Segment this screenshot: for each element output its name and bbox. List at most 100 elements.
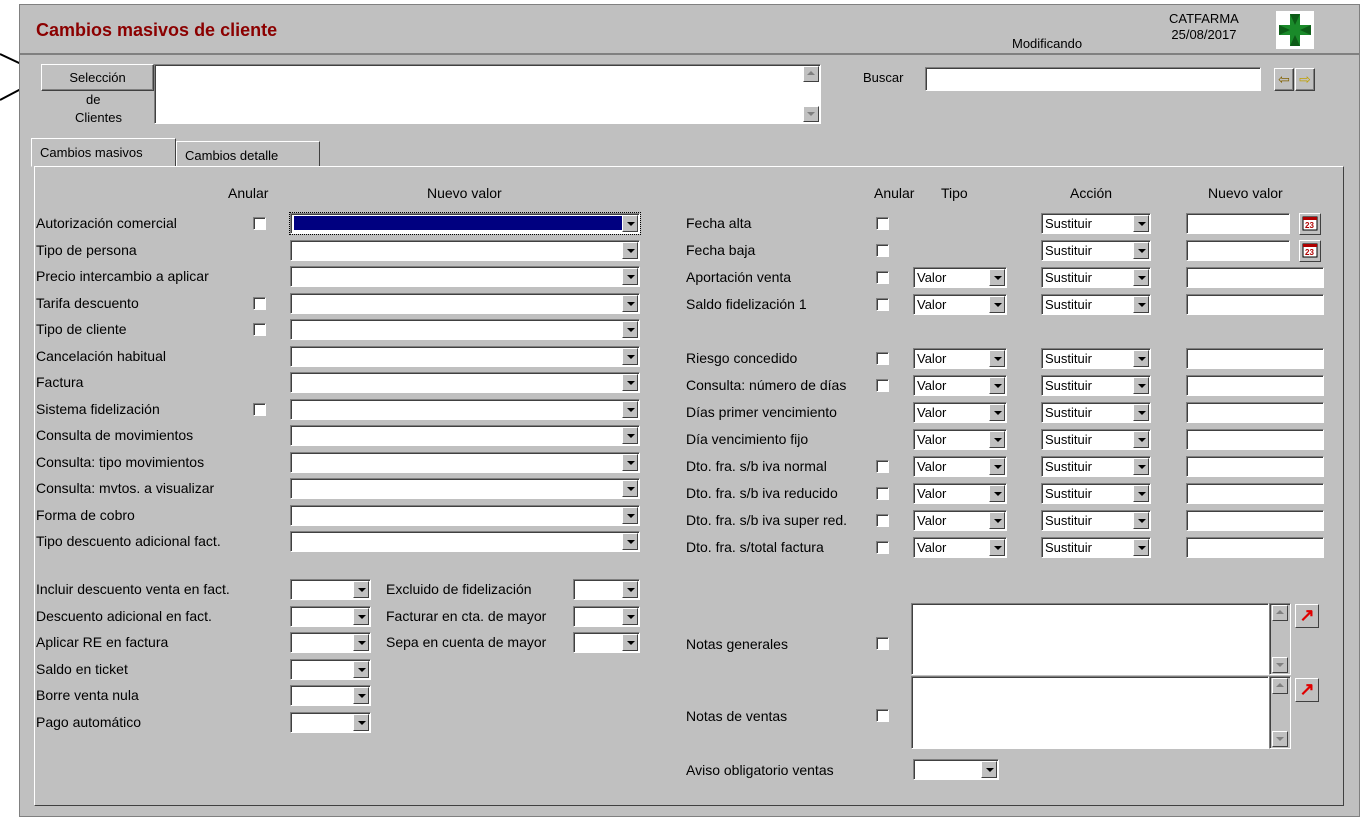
short-select[interactable] <box>290 711 371 733</box>
chevron-down-icon[interactable] <box>989 458 1005 475</box>
chevron-down-icon[interactable] <box>1133 350 1149 367</box>
notas-ventas-scrollbar[interactable] <box>1269 676 1291 749</box>
accion-select[interactable]: Sustituir <box>1041 294 1151 315</box>
nuevo-valor-select[interactable] <box>290 372 640 393</box>
chevron-down-icon[interactable] <box>1133 215 1149 232</box>
accion-select[interactable]: Sustituir <box>1041 375 1151 396</box>
chevron-down-icon[interactable] <box>989 539 1005 556</box>
accion-select[interactable]: Sustituir <box>1041 537 1151 558</box>
anular-checkbox[interactable] <box>876 298 889 311</box>
accion-select[interactable]: Sustituir <box>1041 456 1151 477</box>
chevron-down-icon[interactable] <box>1133 485 1149 502</box>
nuevo-valor-select[interactable] <box>290 478 640 499</box>
chevron-down-icon[interactable] <box>989 377 1005 394</box>
anular-checkbox[interactable] <box>876 541 889 554</box>
chevron-down-icon[interactable] <box>1133 512 1149 529</box>
nuevo-valor-select[interactable] <box>290 531 640 552</box>
chevron-down-icon[interactable] <box>353 687 369 704</box>
aviso-obligatorio-select[interactable] <box>913 759 999 780</box>
notas-ventas-anular-checkbox[interactable] <box>876 709 889 722</box>
anular-checkbox[interactable] <box>253 402 266 416</box>
short-select[interactable] <box>290 685 371 706</box>
chevron-down-icon[interactable] <box>622 321 638 338</box>
middle-select[interactable] <box>573 632 640 653</box>
nuevo-valor-input[interactable] <box>1186 267 1324 288</box>
search-input[interactable] <box>925 67 1261 91</box>
chevron-down-icon[interactable] <box>622 294 638 312</box>
accion-select[interactable]: Sustituir <box>1041 240 1151 261</box>
chevron-down-icon[interactable] <box>989 431 1005 448</box>
scroll-up-button[interactable] <box>1272 605 1288 621</box>
nuevo-valor-input[interactable] <box>1186 510 1324 531</box>
nuevo-valor-input[interactable] <box>1186 537 1324 558</box>
chevron-down-icon[interactable] <box>622 480 638 497</box>
chevron-down-icon[interactable] <box>622 241 638 259</box>
short-select[interactable] <box>290 605 371 627</box>
scroll-down-button[interactable] <box>803 106 819 122</box>
calendar-icon[interactable]: 23 <box>1299 240 1321 262</box>
chevron-down-icon[interactable] <box>622 268 638 285</box>
chevron-down-icon[interactable] <box>353 581 369 598</box>
chevron-down-icon[interactable] <box>989 512 1005 529</box>
chevron-down-icon[interactable] <box>622 506 638 524</box>
scroll-down-button[interactable] <box>1272 657 1288 673</box>
client-selection-list[interactable] <box>154 64 821 124</box>
anular-checkbox[interactable] <box>876 514 889 527</box>
accion-select[interactable]: Sustituir <box>1041 267 1151 288</box>
nuevo-valor-select[interactable] <box>290 504 640 526</box>
anular-checkbox[interactable] <box>876 460 889 473</box>
chevron-down-icon[interactable] <box>1133 539 1149 556</box>
chevron-down-icon[interactable] <box>989 350 1005 367</box>
open-editor-icon[interactable]: ↗ <box>1295 604 1319 628</box>
tipo-select[interactable]: Valor <box>913 483 1007 504</box>
short-select[interactable] <box>290 579 371 600</box>
nuevo-valor-input[interactable] <box>1186 402 1324 423</box>
chevron-down-icon[interactable] <box>622 607 638 625</box>
chevron-down-icon[interactable] <box>989 269 1005 286</box>
middle-select[interactable] <box>573 605 640 627</box>
chevron-down-icon[interactable] <box>622 347 638 365</box>
tipo-select[interactable]: Valor <box>913 375 1007 396</box>
tipo-select[interactable]: Valor <box>913 456 1007 477</box>
chevron-down-icon[interactable] <box>353 713 369 731</box>
scroll-up-button[interactable] <box>1272 678 1288 694</box>
tab-cambios-masivos[interactable]: Cambios masivos <box>31 138 176 167</box>
anular-checkbox[interactable] <box>876 217 889 230</box>
nuevo-valor-input[interactable] <box>1186 375 1324 396</box>
accion-select[interactable]: Sustituir <box>1041 402 1151 423</box>
chevron-down-icon[interactable] <box>1133 377 1149 394</box>
tipo-select[interactable]: Valor <box>913 537 1007 558</box>
seleccion-button[interactable]: Selección <box>41 64 154 91</box>
chevron-down-icon[interactable] <box>353 660 369 678</box>
notas-ventas-textarea[interactable] <box>911 676 1269 749</box>
nuevo-valor-select[interactable] <box>290 266 640 287</box>
chevron-down-icon[interactable] <box>1133 242 1149 259</box>
calendar-icon[interactable]: 23 <box>1299 213 1321 235</box>
nuevo-valor-select[interactable] <box>290 292 640 314</box>
notas-generales-textarea[interactable] <box>911 603 1269 675</box>
nuevo-valor-select[interactable] <box>290 398 640 420</box>
arrow-right-icon[interactable]: ⇨ <box>1295 68 1315 91</box>
nuevo-valor-select[interactable] <box>290 345 640 367</box>
nuevo-valor-select[interactable] <box>290 425 640 446</box>
arrow-left-icon[interactable]: ⇦ <box>1274 68 1294 91</box>
chevron-down-icon[interactable] <box>1133 269 1149 286</box>
scroll-down-button[interactable] <box>1272 731 1288 747</box>
accion-select[interactable]: Sustituir <box>1041 213 1151 234</box>
tipo-select[interactable]: Valor <box>913 510 1007 531</box>
chevron-down-icon[interactable] <box>1133 458 1149 475</box>
chevron-down-icon[interactable] <box>989 296 1005 313</box>
nuevo-valor-select[interactable] <box>289 212 641 235</box>
chevron-down-icon[interactable] <box>1133 431 1149 448</box>
nuevo-valor-input[interactable] <box>1186 483 1324 504</box>
nuevo-valor-input[interactable] <box>1186 348 1324 369</box>
anular-checkbox[interactable] <box>876 379 889 392</box>
chevron-down-icon[interactable] <box>622 453 638 471</box>
chevron-down-icon[interactable] <box>981 761 997 778</box>
anular-checkbox[interactable] <box>876 352 889 365</box>
notas-generales-anular-checkbox[interactable] <box>876 637 889 650</box>
chevron-down-icon[interactable] <box>622 634 638 651</box>
chevron-down-icon[interactable] <box>622 427 638 444</box>
chevron-down-icon[interactable] <box>622 581 638 598</box>
tipo-select[interactable]: Valor <box>913 429 1007 450</box>
